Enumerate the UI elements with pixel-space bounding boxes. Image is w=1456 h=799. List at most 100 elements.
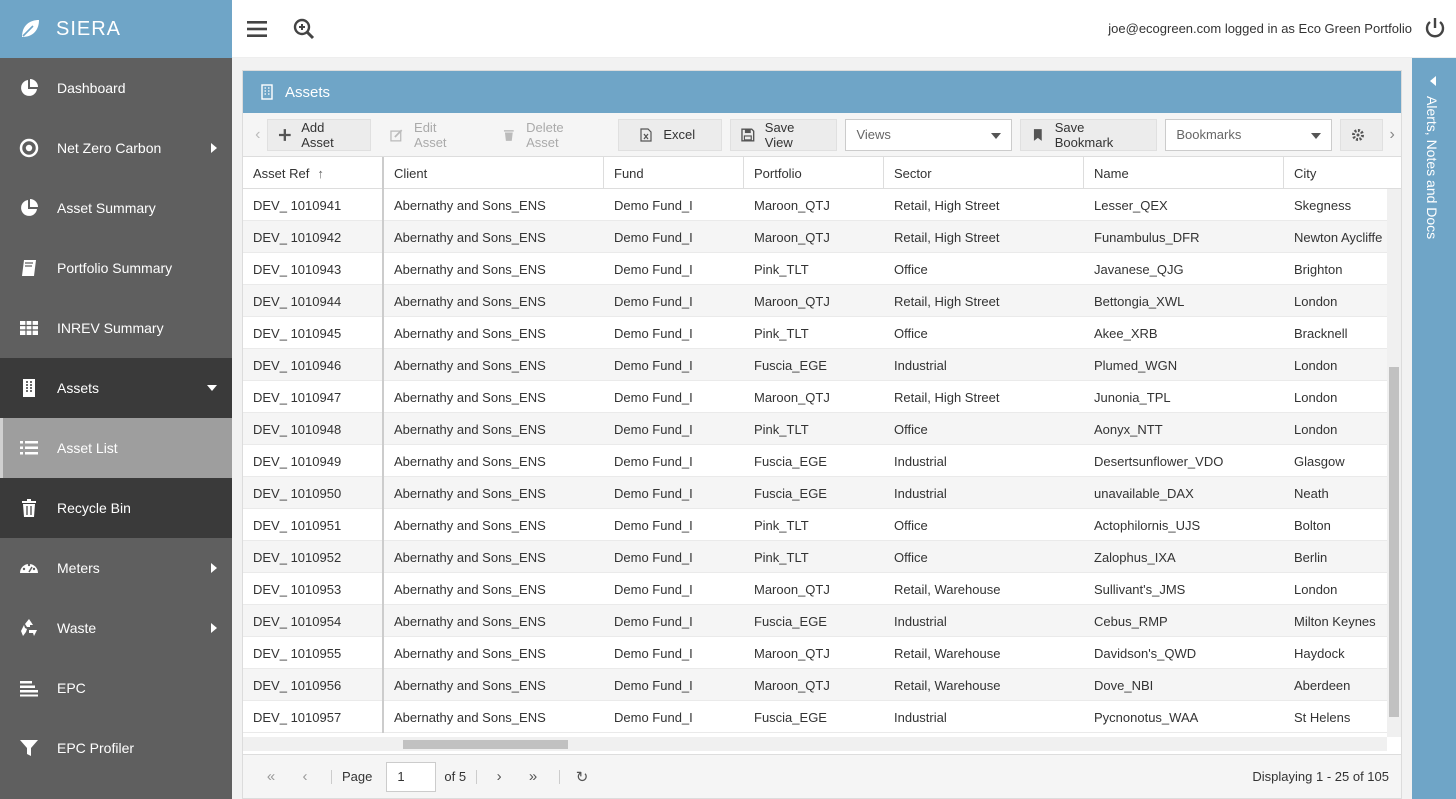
sidebar-item-dashboard[interactable]: Dashboard [0,58,232,118]
bookmarks-dropdown[interactable]: Bookmarks [1165,118,1332,151]
alerts-notes-docs-panel[interactable]: Alerts, Notes and Docs [1412,58,1456,799]
table-cell: Abernathy and Sons_ENS [394,549,546,565]
save-bookmark-button[interactable]: Save Bookmark [1020,118,1158,151]
table-cell: London [1294,581,1338,597]
zoom-search-icon[interactable] [292,17,316,41]
sidebar-item-label: Assets [57,380,100,396]
expand-panel-icon[interactable] [1430,76,1436,86]
panel-header: Assets [243,71,1401,113]
column-header-portfolio[interactable]: Portfolio [744,157,884,189]
sidebar-item-label: Portfolio Summary [57,260,173,276]
caret-down-icon [991,132,1002,139]
edit-asset-button[interactable]: Edit Asset [379,119,483,151]
table-cell: Akee_XRB [1094,325,1158,341]
scrollbar-thumb[interactable] [403,740,568,749]
sidebar-item-inrev-summary[interactable]: INREV Summary [0,298,232,358]
table-row[interactable]: DEV_ 1010942 Abernathy and Sons_ENS Demo F… [243,221,1401,253]
table-cell: Bettongia_XWL [1094,293,1185,309]
table-row[interactable]: DEV_ 1010956 Abernathy and Sons_ENS Demo F… [243,669,1401,701]
table-row[interactable]: DEV_ 1010953 Abernathy and Sons_ENS Demo F… [243,573,1401,605]
scrollbar-thumb[interactable] [1389,367,1399,717]
sidebar-item-recycle-bin[interactable]: Recycle Bin [0,478,232,538]
sidebar-item-label: Meters [57,560,100,576]
table-cell: Maroon_QTJ [754,229,830,245]
table-cell: Pink_TLT [754,421,809,437]
table-cell: Glasgow [1294,453,1345,469]
views-dropdown[interactable]: Views [845,118,1013,151]
sidebar-item-assets[interactable]: Assets [0,358,232,418]
refresh-icon[interactable]: ↻ [570,765,594,789]
table-cell: Retail, High Street [894,293,1000,309]
previous-page-icon[interactable]: ‹ [293,765,317,789]
table-row[interactable]: DEV_ 1010951 Abernathy and Sons_ENS Demo F… [243,509,1401,541]
sidebar-item-net-zero-carbon[interactable]: Net Zero Carbon [0,118,232,178]
column-header-city[interactable]: City [1284,157,1401,189]
grid-body: DEV_ 1010941 Abernathy and Sons_ENS Demo F… [243,189,1401,737]
horizontal-scrollbar[interactable] [243,737,1387,751]
sidebar-item-epc-profiler[interactable]: EPC Profiler [0,718,232,778]
table-row[interactable]: DEV_ 1010947 Abernathy and Sons_ENS Demo F… [243,381,1401,413]
table-cell: Javanese_QJG [1094,261,1184,277]
table-cell: Demo Fund_I [614,389,693,405]
table-cell: Office [894,421,928,437]
toolbar-scroll-right-icon[interactable]: › [1383,119,1401,151]
add-asset-button[interactable]: Add Asset [266,118,372,151]
table-cell: Demo Fund_I [614,677,693,693]
column-header-asset-ref[interactable]: Asset Ref ↑ [243,157,384,189]
hamburger-menu-icon[interactable] [245,17,269,41]
column-header-fund[interactable]: Fund [604,157,744,189]
table-row[interactable]: DEV_ 1010941 Abernathy and Sons_ENS Demo F… [243,189,1401,221]
table-cell: Demo Fund_I [614,581,693,597]
table-cell: Office [894,549,928,565]
alerts-notes-docs-label: Alerts, Notes and Docs [1424,96,1440,240]
sidebar-item-waste[interactable]: Waste [0,598,232,658]
sidebar-item-label: Asset List [57,440,118,456]
sidebar-item-asset-summary[interactable]: Asset Summary [0,178,232,238]
column-label: Sector [894,165,932,181]
table-cell: Demo Fund_I [614,613,693,629]
table-cell: Fuscia_EGE [754,453,827,469]
first-page-icon[interactable]: « [259,765,283,789]
sidebar-item-asset-list[interactable]: Asset List [0,418,232,478]
table-row[interactable]: DEV_ 1010943 Abernathy and Sons_ENS Demo F… [243,253,1401,285]
column-header-sector[interactable]: Sector [884,157,1084,189]
vertical-scrollbar[interactable] [1387,189,1401,737]
last-page-icon[interactable]: » [521,765,545,789]
table-row[interactable]: DEV_ 1010944 Abernathy and Sons_ENS Demo F… [243,285,1401,317]
column-header-client[interactable]: Client [384,157,604,189]
table-row[interactable]: DEV_ 1010957 Abernathy and Sons_ENS Demo F… [243,701,1401,733]
sidebar-item-portfolio-summary[interactable]: Portfolio Summary [0,238,232,298]
column-header-name[interactable]: Name [1084,157,1284,189]
save-view-label: Save View [764,119,795,150]
sidebar-item-meters[interactable]: Meters [0,538,232,598]
settings-button[interactable] [1339,118,1384,151]
excel-button[interactable]: Excel [618,118,723,151]
filter-icon [18,737,40,759]
table-row[interactable]: DEV_ 1010948 Abernathy and Sons_ENS Demo F… [243,413,1401,445]
table-cell: Pink_TLT [754,549,809,565]
table-cell: Brighton [1294,261,1343,277]
table-cell: Abernathy and Sons_ENS [394,677,546,693]
table-row[interactable]: DEV_ 1010954 Abernathy and Sons_ENS Demo F… [243,605,1401,637]
table-row[interactable]: DEV_ 1010950 Abernathy and Sons_ENS Demo F… [243,477,1401,509]
delete-asset-button[interactable]: Delete Asset [491,119,610,151]
save-view-button[interactable]: Save View [730,118,838,151]
sidebar-item-epc[interactable]: EPC [0,658,232,718]
main-content: Assets ‹ Add Asset Edit Asset Delete Ass… [232,58,1412,799]
table-icon [18,317,40,339]
save-bookmark-label: Save Bookmark [1054,119,1114,150]
power-logout-icon[interactable] [1424,17,1446,39]
page-number-input[interactable]: 1 [386,761,437,792]
next-page-icon[interactable]: › [487,765,511,789]
chevron-right-icon [211,563,217,573]
sort-ascending-icon: ↑ [317,165,324,181]
brand[interactable]: SIERA [0,0,232,58]
building-icon [18,377,40,399]
table-row[interactable]: DEV_ 1010955 Abernathy and Sons_ENS Demo F… [243,637,1401,669]
table-cell: Maroon_QTJ [754,197,830,213]
table-row[interactable]: DEV_ 1010952 Abernathy and Sons_ENS Demo F… [243,541,1401,573]
table-row[interactable]: DEV_ 1010945 Abernathy and Sons_ENS Demo F… [243,317,1401,349]
toolbar-scroll-left-icon[interactable]: ‹ [249,119,267,151]
table-row[interactable]: DEV_ 1010946 Abernathy and Sons_ENS Demo F… [243,349,1401,381]
table-row[interactable]: DEV_ 1010949 Abernathy and Sons_ENS Demo F… [243,445,1401,477]
